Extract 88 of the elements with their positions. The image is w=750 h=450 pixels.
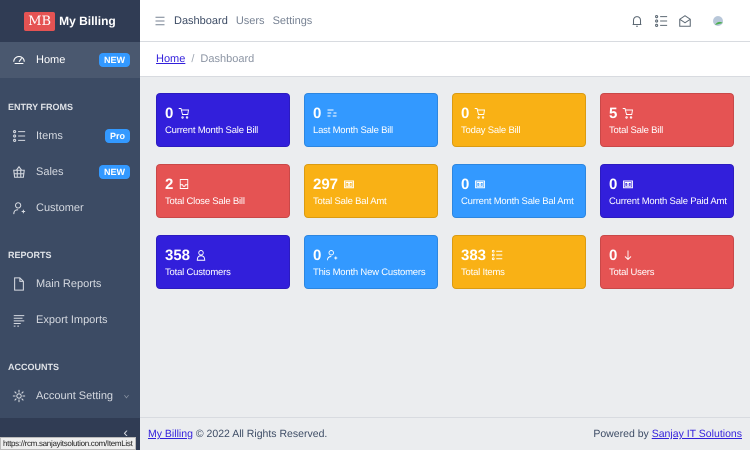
stat-card[interactable]: 2 Total Close Sale Bill [156, 164, 290, 218]
document-icon [12, 277, 26, 291]
section-heading: ENTRY FROMS [7, 101, 74, 114]
list-icon [491, 249, 504, 261]
stat-label: Today Sale Bill [461, 124, 520, 136]
list-icon [12, 129, 26, 143]
money-icon [343, 178, 356, 190]
collapse-button[interactable]: ‹ [123, 424, 128, 440]
money-icon [474, 178, 486, 190]
item-label: Account Setting [36, 390, 114, 402]
text-lines-icon [12, 313, 26, 327]
item-badge: NEW [99, 53, 130, 67]
cart-icon [178, 107, 190, 119]
gauge-icon [12, 53, 26, 67]
stat-value: 0 [609, 176, 618, 192]
stat-value: 358 [165, 246, 190, 264]
sidebar-item[interactable]: Main Reports [0, 266, 140, 302]
stat-card[interactable]: 358 Total Customers [156, 235, 290, 289]
stat-card[interactable]: 0 Total Users [600, 235, 734, 289]
envelope-icon [678, 14, 692, 28]
inbox-icon [178, 178, 190, 190]
stat-label: Total Close Sale Bill [165, 196, 245, 206]
sidebar-item[interactable]: Customer [0, 190, 140, 226]
stat-label: Total Users [609, 266, 654, 278]
stat-label: Total Items [461, 266, 505, 278]
stat-label: Current Month Sale Paid Amt [609, 196, 727, 206]
avatar-icon[interactable] [712, 14, 724, 26]
item-badge: Pro [104, 129, 130, 143]
breadcrumb-link[interactable]: Home [156, 53, 186, 65]
item-badge: NEW [99, 165, 130, 179]
basket-icon [12, 165, 26, 179]
powered-by-text: Powered by Sanjay IT Solutions [593, 428, 742, 440]
arrow-down-icon [622, 249, 634, 261]
menu-icon[interactable] [154, 14, 166, 26]
stat-value: 0 [165, 104, 174, 122]
logo: MB [24, 12, 56, 30]
sidebar-item[interactable]: Items Pro [0, 118, 140, 154]
stat-label: Current Month Sale Bill [165, 124, 258, 136]
nav-link[interactable]: Users [236, 14, 265, 26]
stat-card[interactable]: 5 Total Sale Bill [600, 93, 734, 147]
status-url: https://rcm.sanjayitsolution.com/ItemList [0, 437, 136, 450]
stat-value: 297 [313, 176, 338, 192]
stat-value: 2 [165, 176, 174, 192]
item-label: Customer [36, 202, 85, 214]
stat-card[interactable]: 0 Current Month Sale Paid Amt [600, 164, 734, 218]
item-label: Sales [36, 166, 65, 178]
list-icon [654, 14, 668, 28]
user-add-icon [326, 249, 338, 261]
stat-label: Total Customers [165, 266, 231, 278]
breadcrumb-current: Dashboard [200, 53, 254, 65]
sidebar-item[interactable]: Home NEW [0, 42, 140, 78]
stat-label: Total Sale Bill [609, 124, 664, 136]
item-label: Main Reports [36, 278, 102, 290]
money-icon [622, 178, 634, 190]
nav-link[interactable]: Dashboard [174, 14, 228, 26]
breadcrumb-separator: / [191, 53, 194, 65]
nav-link[interactable]: Settings [272, 14, 312, 26]
section-heading: REPORTS [7, 249, 53, 262]
stat-value: 5 [609, 104, 618, 122]
sidebar-item[interactable]: Account Setting [0, 378, 140, 414]
stat-value: 0 [461, 176, 470, 192]
stat-value: 0 [313, 104, 322, 122]
stat-card[interactable]: 0 Current Month Sale Bill [156, 93, 290, 147]
brand-link[interactable]: My Billing [148, 428, 193, 440]
stat-value: 0 [313, 246, 322, 264]
section-heading: ACCOUNTS [7, 361, 60, 374]
list-icon [326, 107, 338, 119]
stat-value: 0 [609, 246, 618, 264]
cart-icon [474, 107, 486, 119]
user-icon [195, 249, 208, 261]
item-label: Export Imports [36, 314, 109, 326]
settings-icon [12, 389, 26, 403]
cart-icon [622, 107, 634, 119]
user-add-icon [12, 201, 26, 215]
item-label: Home [36, 54, 66, 66]
stat-label: Current Month Sale Bal Amt [461, 196, 574, 206]
sidebar-item[interactable]: Export Imports [0, 302, 140, 338]
stat-label: Last Month Sale Bill [313, 124, 393, 136]
bell-icon [630, 14, 644, 28]
brand-name: My Billing [59, 14, 116, 28]
stat-label: Total Sale Bal Amt [313, 196, 386, 206]
sidebar-item[interactable]: Sales NEW [0, 154, 140, 190]
copyright-text: My Billing © 2022 All Rights Reserved. [148, 428, 328, 440]
stat-label: This Month New Customers [313, 266, 426, 278]
company-link[interactable]: Sanjay IT Solutions [652, 428, 742, 440]
item-label: Items [36, 130, 64, 142]
stat-value: 383 [461, 246, 486, 264]
stat-value: 0 [461, 104, 470, 122]
